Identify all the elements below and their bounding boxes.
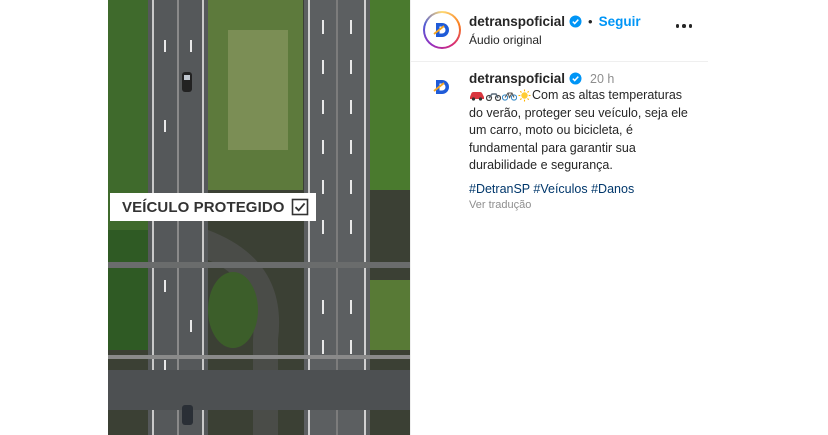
instagram-post: VEÍCULO PROTEGIDO detranspoficial • Segu… xyxy=(108,0,708,435)
hashtag-list: #DetranSP #Veículos #Danos xyxy=(469,182,634,196)
caption-text-block: Com as altas temperaturas do verão, prot… xyxy=(469,87,699,175)
caption-emojis xyxy=(469,89,531,102)
verified-badge-icon xyxy=(569,15,582,28)
follow-button[interactable]: Seguir xyxy=(599,14,641,29)
separator-dot: • xyxy=(588,14,593,29)
post-time[interactable]: 20 h xyxy=(590,72,614,86)
caption-avatar[interactable] xyxy=(427,72,457,102)
car-emoji xyxy=(470,92,484,101)
detran-logo-icon xyxy=(429,17,455,43)
hashtag-link[interactable]: #DetranSP xyxy=(469,182,530,196)
bicycle-emoji xyxy=(502,92,517,101)
motorcycle-emoji xyxy=(486,93,501,101)
see-translation-link[interactable]: Ver tradução xyxy=(469,199,531,211)
overlay-caption-box: VEÍCULO PROTEGIDO xyxy=(110,193,316,221)
sun-emoji xyxy=(518,89,531,101)
audio-label[interactable]: Áudio original xyxy=(469,33,542,47)
avatar xyxy=(425,13,459,47)
profile-avatar-story-ring[interactable] xyxy=(423,11,461,49)
detran-logo-icon xyxy=(430,75,454,99)
caption-username[interactable]: detranspoficial xyxy=(469,71,565,86)
hashtag-link[interactable]: #Danos xyxy=(591,182,634,196)
more-options-icon[interactable] xyxy=(675,24,692,28)
overlay-caption-text: VEÍCULO PROTEGIDO xyxy=(122,198,285,216)
post-header: detranspoficial • Seguir Áudio original xyxy=(411,0,708,62)
hashtag-link[interactable]: #Veículos xyxy=(533,182,587,196)
post-image[interactable]: VEÍCULO PROTEGIDO xyxy=(108,0,410,435)
checkbox-checked-icon xyxy=(291,198,309,216)
post-details-panel: detranspoficial • Seguir Áudio original xyxy=(410,0,708,435)
header-username[interactable]: detranspoficial xyxy=(469,14,565,29)
verified-badge-icon xyxy=(569,72,582,85)
